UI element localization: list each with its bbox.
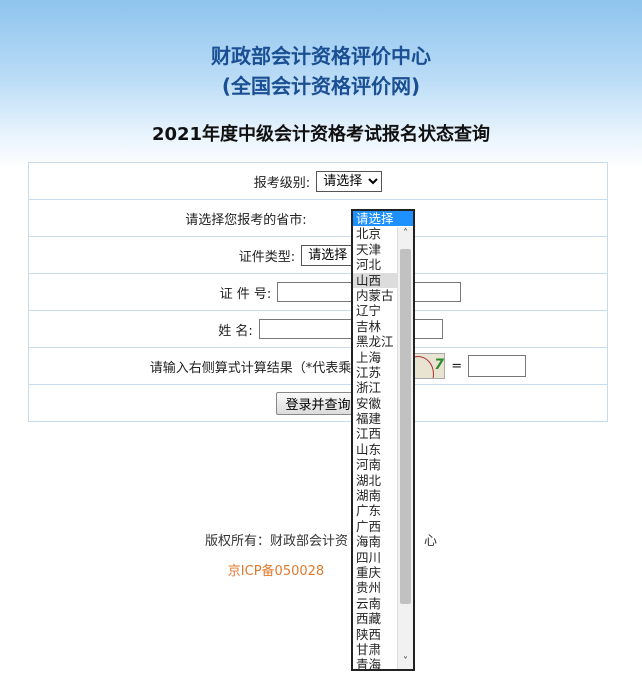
form-row-captcha: 请输入右侧算式计算结果（*代表乘法） 7 = (28, 347, 608, 385)
org-name: 财政部会计资格评价中心 (211, 44, 431, 68)
province-option[interactable]: 贵州 (353, 580, 398, 595)
province-option[interactable]: 四川 (353, 550, 398, 565)
equals-sign: = (451, 358, 463, 374)
province-option[interactable]: 青海 (353, 657, 398, 669)
province-option[interactable]: 江苏 (353, 365, 398, 380)
scroll-down-arrow-icon[interactable]: ˅ (398, 655, 413, 669)
province-option[interactable]: 山东 (353, 442, 398, 457)
icp-link[interactable]: 京ICP备050028 (228, 564, 324, 579)
copyright-text: 版权所有：财政部会计资 心 (0, 530, 642, 549)
province-option[interactable]: 黑龙江 (353, 334, 398, 349)
province-option[interactable]: 天津 (353, 242, 398, 257)
id-number-label: 证 件 号: (219, 286, 272, 302)
province-option[interactable]: 上海 (353, 350, 398, 365)
form-row-name: 姓 名: (28, 310, 608, 348)
form-row-submit: 登录并查询 (28, 384, 608, 422)
province-option[interactable]: 西藏 (353, 611, 398, 626)
province-label: 请选择您报考的省市: (185, 212, 307, 228)
province-option[interactable]: 广东 (353, 503, 398, 518)
province-option[interactable]: 湖南 (353, 488, 398, 503)
scroll-up-arrow-icon[interactable]: ˄ (398, 227, 413, 241)
province-dropdown-list[interactable]: 请选择 北京 天津 河北 山西 内蒙古 辽宁 吉林 黑龙江 上海 江苏 浙江 安徽 福建 江西 山东 河南 湖北湖… (351, 209, 415, 671)
province-option[interactable]: 河北 (353, 257, 398, 272)
province-option[interactable]: 海南 (353, 534, 398, 549)
copyright-head: 版权所有：财政部会计资 (204, 534, 348, 549)
name-label: 姓 名: (218, 323, 253, 339)
province-options: 请选择 北京 天津 河北 山西 内蒙古 辽宁 吉林 黑龙江 上海 江苏 浙江 安徽 福建 江西 山东 河南 湖北湖… (353, 211, 413, 669)
province-option[interactable]: 请选择 (353, 211, 413, 227)
login-query-button[interactable]: 登录并查询 (276, 391, 360, 415)
province-option[interactable]: 安徽 (353, 396, 398, 411)
province-option[interactable]: 内蒙古 (353, 288, 398, 303)
province-option[interactable]: 北京 (353, 226, 398, 241)
province-option[interactable]: 湖北 (353, 473, 398, 488)
dropdown-scrollbar[interactable]: ˄ ˅ (397, 227, 413, 669)
province-option[interactable]: 吉林 (353, 319, 398, 334)
captcha-digit: 7 (434, 357, 445, 373)
form-row-province: 请选择您报考的省市: (28, 199, 608, 237)
captcha-label: 请输入右侧算式计算结果（*代表乘法） (149, 360, 378, 376)
form-row-id-number: 证 件 号: (28, 273, 608, 311)
province-option[interactable]: 山西 (353, 272, 398, 288)
province-option[interactable]: 甘肃 (353, 642, 398, 657)
level-select[interactable]: 请选择 (316, 170, 383, 192)
form-row-id-type: 证件类型: 请选择 (28, 236, 608, 274)
province-option[interactable]: 重庆 (353, 565, 398, 580)
copyright-tail: 心 (424, 534, 438, 549)
page-title: 2021年度中级会计资格考试报名状态查询 (151, 124, 491, 145)
captcha-answer-input[interactable] (468, 355, 527, 377)
province-option[interactable]: 福建 (353, 411, 398, 426)
province-option[interactable]: 广西 (353, 519, 398, 534)
form-row-level: 报考级别: 请选择 (28, 162, 608, 200)
province-option[interactable]: 浙江 (353, 380, 398, 395)
province-option[interactable]: 江西 (353, 426, 398, 441)
query-form: 报考级别: 请选择 请选择您报考的省市: 证件类型: 请选择 证 件 号: 姓 … (28, 162, 608, 422)
province-option[interactable]: 云南 (353, 596, 398, 611)
icp-row: 京ICP备050028 (0, 560, 642, 579)
level-label: 报考级别: (253, 175, 311, 191)
province-option[interactable]: 陕西 (353, 627, 398, 642)
org-site-name: (全国会计资格评价网) (221, 74, 421, 98)
province-option[interactable]: 河南 (353, 457, 398, 472)
id-type-label: 证件类型: (238, 249, 296, 265)
province-option[interactable]: 辽宁 (353, 303, 398, 318)
scrollbar-thumb[interactable] (400, 249, 411, 604)
